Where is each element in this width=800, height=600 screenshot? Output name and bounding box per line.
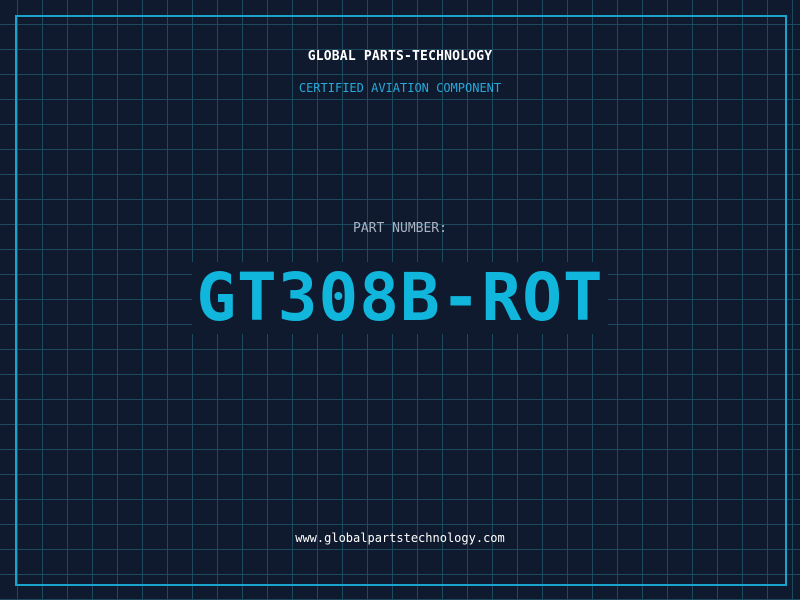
part-number-value: GT308B-ROT <box>192 262 608 334</box>
website-url: www.globalpartstechnology.com <box>295 531 505 545</box>
brand-name: GLOBAL PARTS-TECHNOLOGY <box>307 49 493 64</box>
label-canvas: GLOBAL PARTS-TECHNOLOGY CERTIFIED AVIATI… <box>0 0 800 600</box>
tagline: CERTIFIED AVIATION COMPONENT <box>298 81 502 95</box>
part-number-container: GT308B-ROT <box>0 262 800 334</box>
part-number-label: PART NUMBER: <box>353 221 447 236</box>
